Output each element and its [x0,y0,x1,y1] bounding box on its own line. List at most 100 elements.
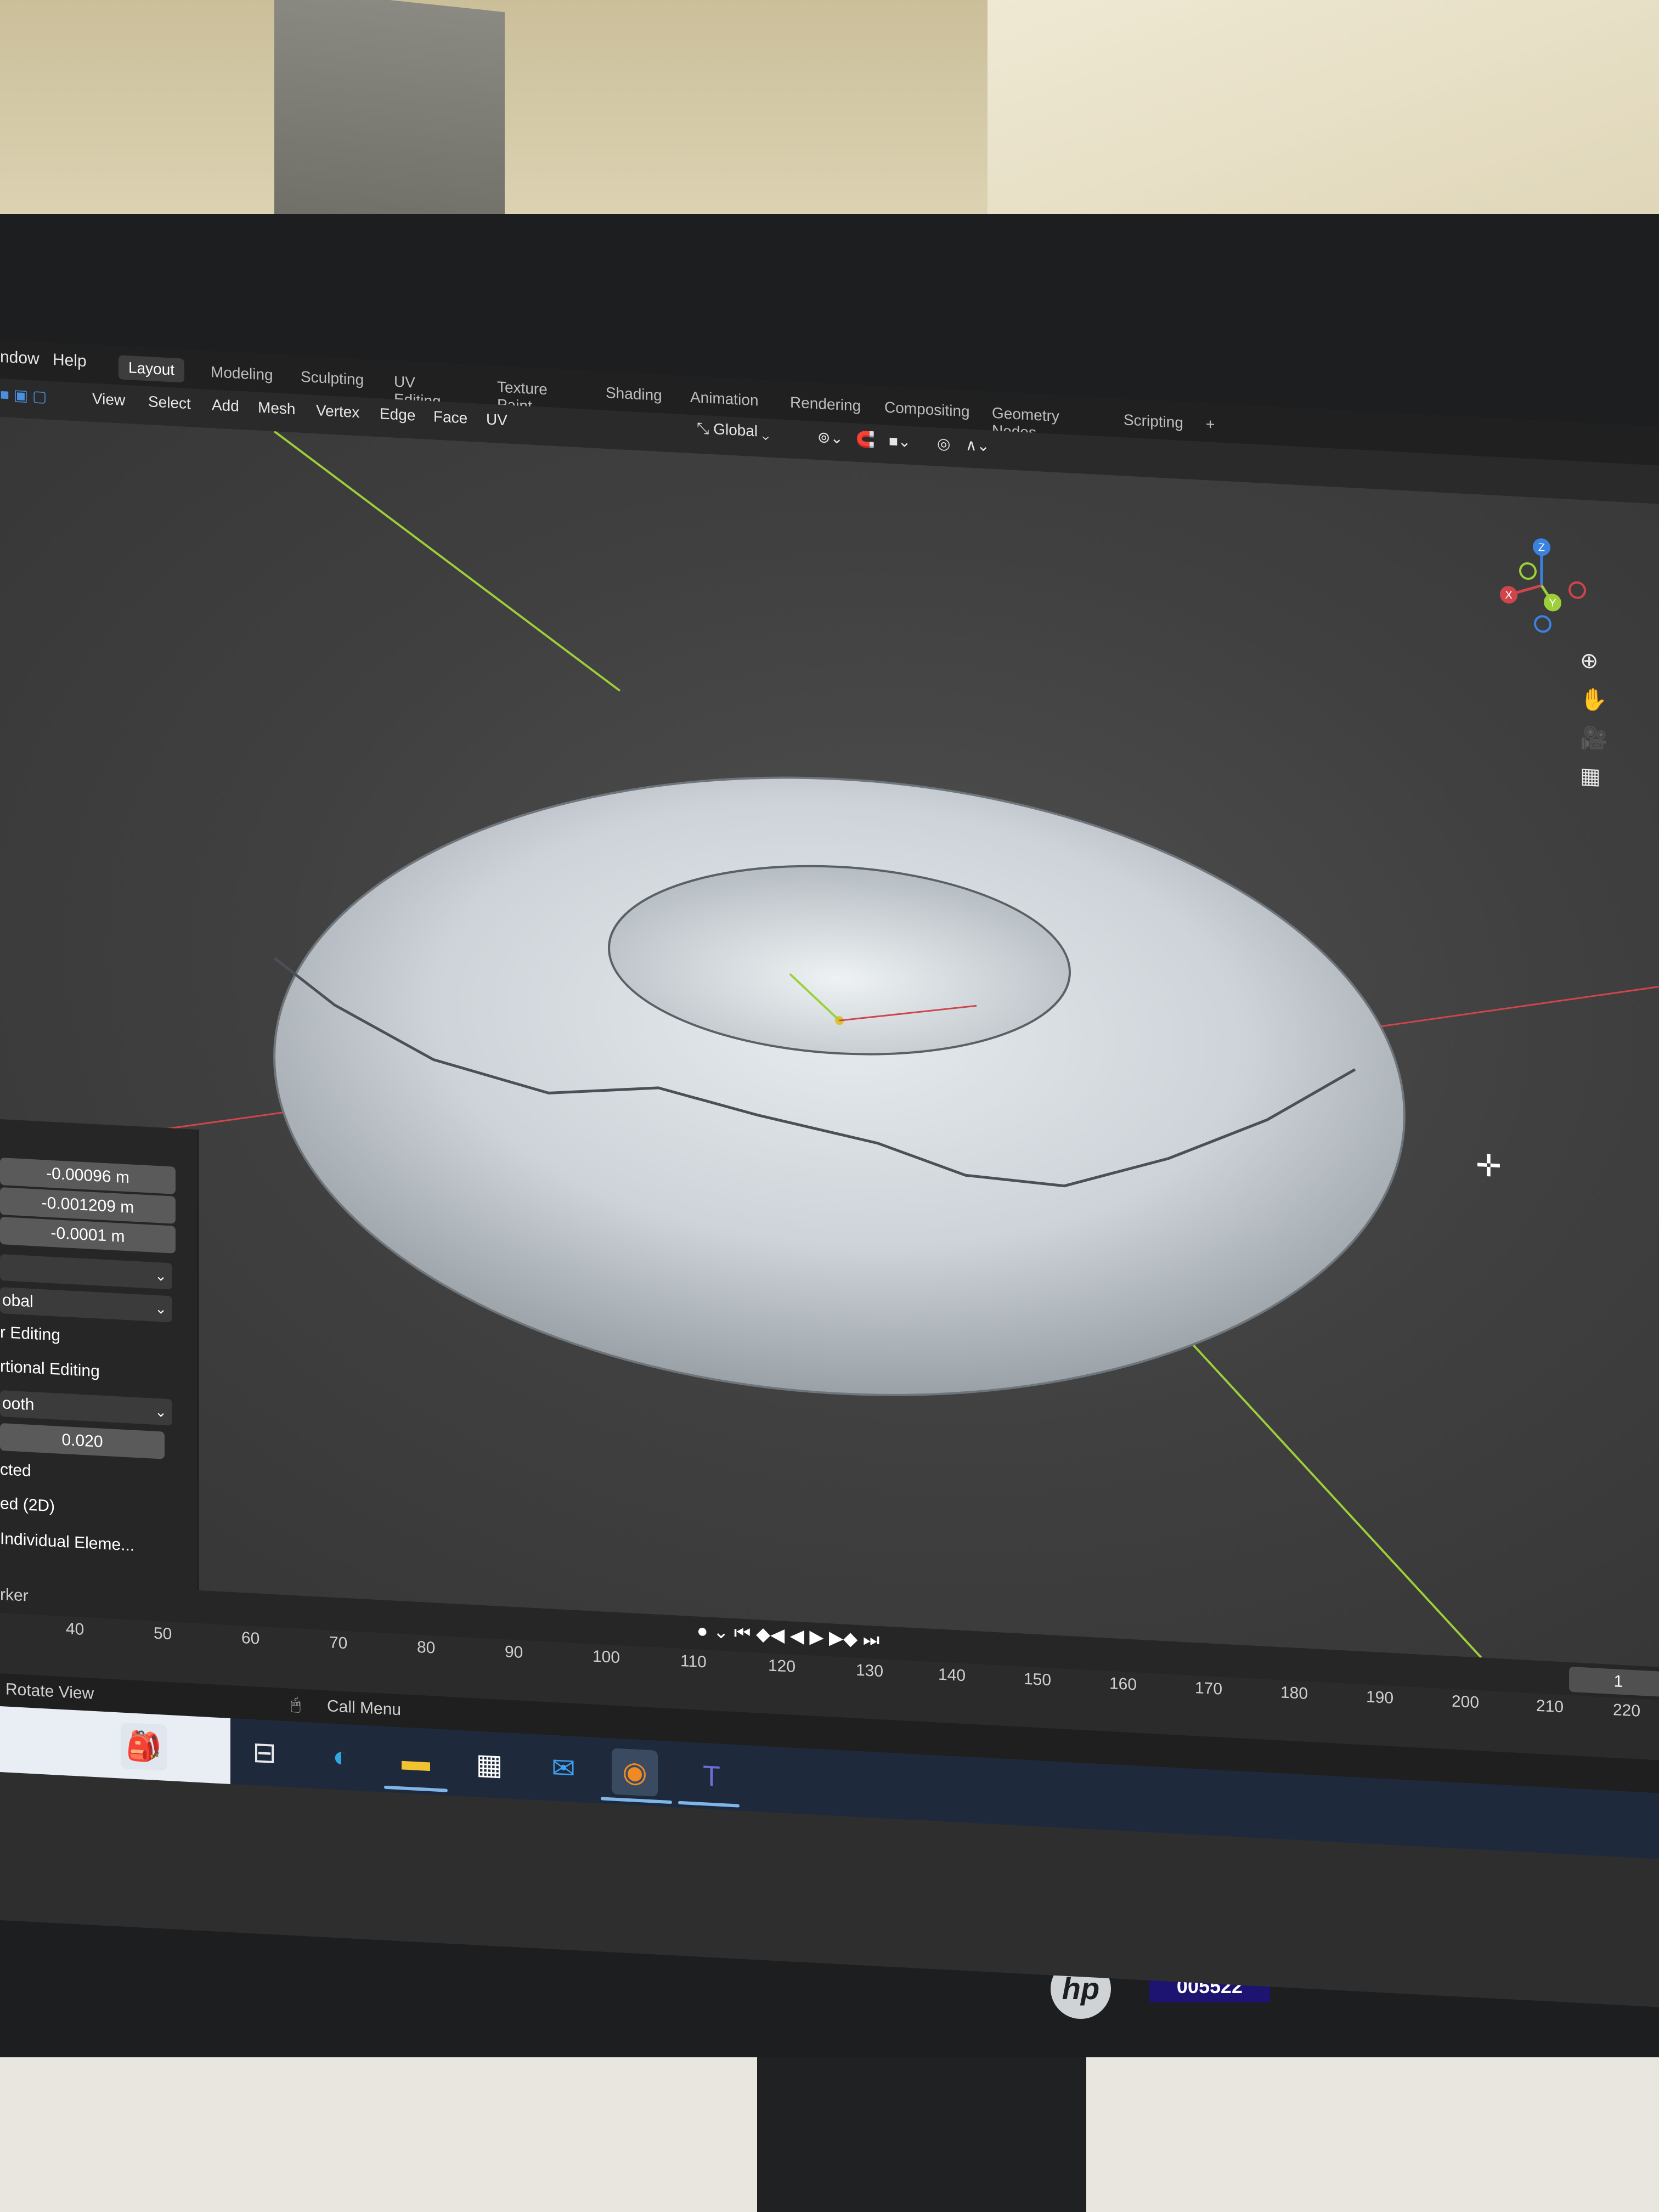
orientation-value: Global [713,420,758,440]
zoom-icon[interactable]: ⊕ [1580,648,1599,674]
frame-tick: 60 [241,1629,260,1648]
tab-modeling[interactable]: Modeling [201,359,283,388]
play-icon[interactable]: ▶ [809,1626,823,1647]
frame-tick: 170 [1195,1679,1223,1699]
3d-viewport[interactable]: Z X Y ⊕ ✋ 🎥 ▦ ✛ [0,417,1659,1667]
widgets-icon[interactable]: 🎒 [121,1722,167,1771]
frame-tick: 180 [1280,1683,1308,1703]
chevron-down-icon: ⌄ [155,1403,167,1420]
frame-tick: 90 [505,1643,523,1662]
frame-tick: 120 [768,1656,796,1676]
blender-window: ndow Help Layout Modeling Sculpting UV E… [0,340,1659,2007]
menu-view[interactable]: View [92,390,125,409]
edge-browser-icon[interactable]: ◐ [318,1733,364,1781]
snap-icon[interactable]: 🧲 [856,430,875,449]
tab-scripting[interactable]: Scripting [1114,407,1193,436]
proportional-editing-icon[interactable]: ◎ [937,435,950,453]
torus-outer [273,776,1406,1396]
tab-shading[interactable]: Shading [596,380,672,408]
frame-tick: 40 [66,1620,84,1639]
blender-icon[interactable]: ◉ [612,1748,658,1797]
frame-tick: 150 [1024,1669,1052,1690]
frame-tick: 70 [329,1633,348,1653]
chevron-down-icon: ⌄ [155,1300,167,1317]
menu-mesh[interactable]: Mesh [258,399,295,419]
axis-dropdown[interactable]: ⌄ [0,1254,172,1290]
orientation-icon: ⤡ [697,419,714,438]
snap-target-icon[interactable]: ■⌄ [889,432,911,451]
svg-text:X: X [1505,589,1512,602]
task-view-icon[interactable]: ⊟ [241,1729,287,1777]
pivot-icon[interactable]: ⊚⌄ [817,428,843,447]
orientation-dropdown-label: obal [2,1291,33,1311]
tab-sculpting[interactable]: Sculpting [291,364,374,393]
current-frame-field[interactable]: 1 [1569,1666,1659,1697]
menu-help[interactable]: Help [53,351,87,371]
ortho-grid-icon[interactable]: ▦ [1580,763,1601,789]
frame-tick: 100 [592,1647,620,1667]
monitor-stand [757,2041,1086,2212]
menu-uv[interactable]: UV [486,410,507,429]
frame-tick: 110 [680,1651,707,1672]
proportional-editing-checkbox[interactable]: rtional Editing [0,1357,100,1381]
frame-tick: 220 [1613,1701,1641,1720]
navigation-gizmo[interactable]: Z X Y [1492,534,1591,637]
frame-tick: 190 [1366,1688,1394,1708]
menu-edge[interactable]: Edge [380,405,415,424]
tab-compositing[interactable]: Compositing [874,395,980,425]
svg-text:Z: Z [1538,541,1545,554]
tab-rendering[interactable]: Rendering [780,390,871,419]
teams-icon[interactable]: T [689,1752,735,1801]
active-indicator [601,1797,672,1804]
marker-menu[interactable]: rker [0,1585,29,1606]
mail-icon[interactable]: ✉ [540,1745,586,1793]
chevron-down-icon: ⌄ [155,1267,167,1284]
menu-face[interactable]: Face [433,408,467,427]
falloff-icon[interactable]: ∧⌄ [966,436,990,455]
file-explorer-icon[interactable]: ▬ [393,1737,439,1785]
play-reverse-icon[interactable]: ◀ [790,1625,804,1646]
frame-tick: 130 [856,1661,884,1681]
proportional-size-field[interactable]: 0.020 [0,1423,165,1459]
status-rotate-view: Rotate View [5,1680,94,1703]
active-indicator [678,1801,740,1808]
connected-only-checkbox[interactable]: cted [0,1460,31,1481]
mouse-icon: 🖱 [291,1695,301,1714]
tab-animation[interactable]: Animation [680,385,769,413]
jump-start-icon[interactable]: ⏮ [734,1622,751,1644]
add-workspace-button[interactable]: + [1196,411,1224,437]
falloff-dropdown-label: ooth [2,1394,35,1414]
y-axis-line-upper [273,430,621,692]
editing-checkbox-label[interactable]: r Editing [0,1323,60,1345]
frame-tick: 140 [938,1665,966,1685]
active-indicator [384,1785,448,1792]
falloff-dropdown[interactable]: ooth ⌄ [0,1390,172,1426]
orientation-dropdown[interactable]: obal ⌄ [0,1287,172,1323]
menu-window[interactable]: ndow [0,348,40,369]
transform-orientation-dropdown[interactable]: ⤡ Global ⌄ [697,420,769,442]
menu-vertex[interactable]: Vertex [316,402,359,421]
tab-layout[interactable]: Layout [119,355,185,383]
torus-mesh[interactable] [263,672,1415,1446]
record-icon[interactable]: ● ⌄ [697,1621,734,1644]
menu-add[interactable]: Add [212,396,239,415]
pan-hand-icon[interactable]: ✋ [1580,686,1607,714]
frame-tick: 160 [1109,1674,1137,1694]
chevron-down-icon: ⌄ [758,422,770,441]
projected-2d-checkbox[interactable]: ed (2D) [0,1494,55,1516]
store-icon[interactable]: ▦ [466,1741,512,1789]
menu-select[interactable]: Select [148,393,191,413]
status-call-menu: Call Menu [327,1697,402,1719]
frame-tick: 210 [1536,1696,1564,1717]
prev-keyframe-icon[interactable]: ◆◀ [756,1623,785,1646]
jump-end-icon[interactable]: ⏭ [863,1629,880,1651]
wall-sign [274,0,505,249]
svg-text:Y: Y [1549,597,1556,610]
individual-elements-checkbox[interactable]: Individual Eleme... [0,1530,134,1555]
frame-tick: 80 [417,1638,436,1657]
adjust-last-operation-panel: -0.00096 m -0.001209 m -0.0001 m ⌄ obal … [0,1119,199,1601]
frame-tick: 200 [1452,1692,1480,1712]
next-keyframe-icon[interactable]: ▶◆ [829,1627,857,1650]
camera-icon[interactable]: 🎥 [1580,725,1607,752]
select-mode-icon[interactable]: ■ ▣ ▢ [0,385,47,405]
